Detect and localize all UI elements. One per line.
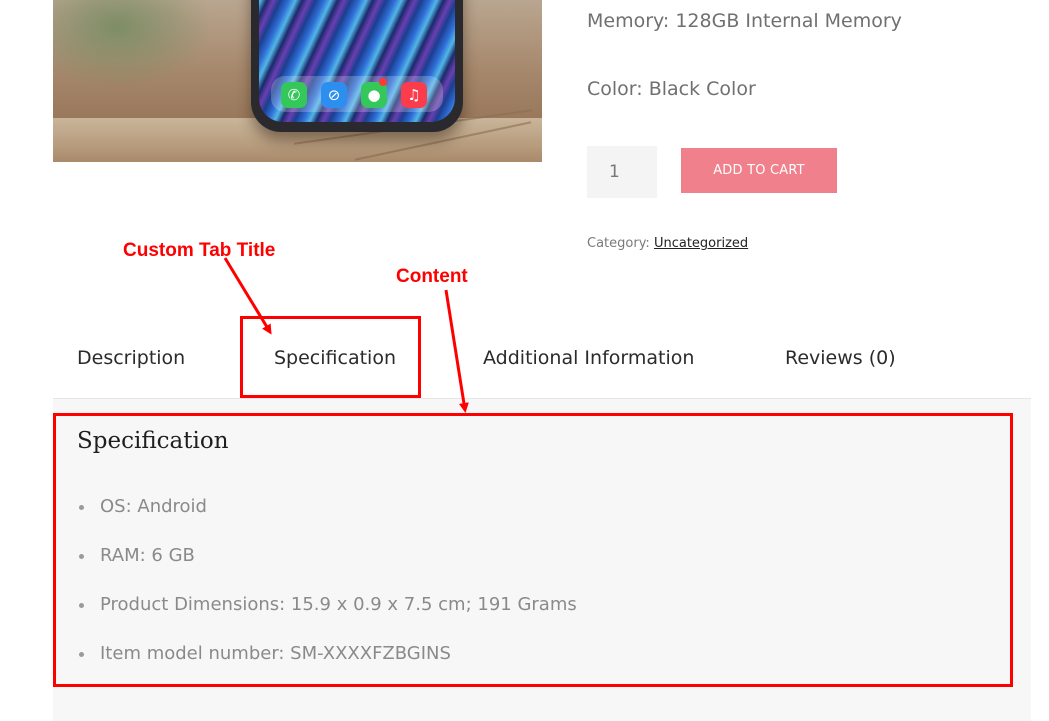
- music-app-icon: ♫: [401, 82, 427, 108]
- phone-screen: ✆ ⊘ ● ♫: [259, 0, 455, 122]
- tab-description[interactable]: Description: [77, 347, 185, 369]
- category-label: Category:: [587, 236, 650, 251]
- annotation-content: Content: [396, 266, 468, 287]
- color-spec: Color: Black Color: [587, 78, 756, 100]
- annotation-tab-box: [240, 316, 421, 398]
- tab-reviews[interactable]: Reviews (0): [785, 347, 896, 369]
- notification-badge: [379, 78, 387, 86]
- tab-additional-information[interactable]: Additional Information: [483, 347, 694, 369]
- add-to-cart-button[interactable]: ADD TO CART: [681, 148, 837, 193]
- memory-spec: Memory: 128GB Internal Memory: [587, 10, 902, 32]
- annotation-tab-title: Custom Tab Title: [123, 240, 276, 261]
- arrow-to-content: [444, 289, 469, 413]
- category-link[interactable]: Uncategorized: [654, 236, 748, 251]
- phone-app-icon: ✆: [281, 82, 307, 108]
- product-category: Category: Uncategorized: [587, 236, 748, 251]
- safari-app-icon: ⊘: [321, 82, 347, 108]
- quantity-input[interactable]: 1: [587, 146, 657, 198]
- product-image[interactable]: ✆ ⊘ ● ♫: [53, 0, 542, 162]
- annotation-content-box: [53, 413, 1013, 687]
- background-plant: [53, 0, 213, 90]
- phone-photo: ✆ ⊘ ● ♫: [251, 0, 463, 132]
